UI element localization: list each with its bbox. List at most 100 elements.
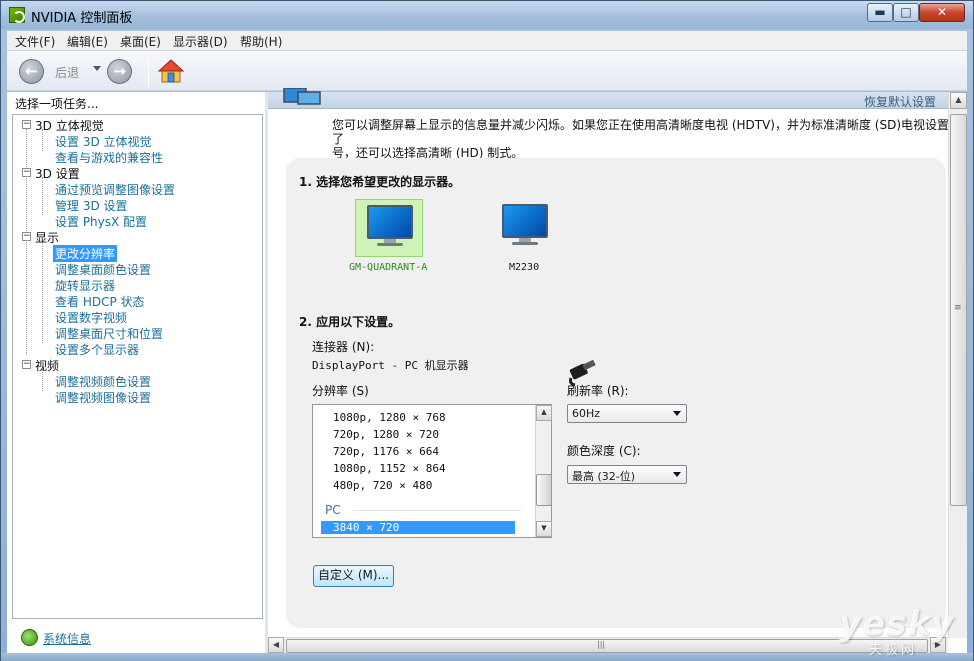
refresh-rate-value: 60Hz (572, 407, 601, 420)
resolution-group-header: PC (325, 503, 341, 517)
tree-item-physx[interactable]: 设置 PhysX 配置 (55, 213, 147, 230)
tree-item-game-compat[interactable]: 查看与游戏的兼容性 (55, 149, 163, 166)
back-arrow-icon[interactable]: ← (19, 59, 44, 84)
nvidia-app-icon (9, 7, 25, 23)
tree-item-video-color[interactable]: 调整视频颜色设置 (55, 373, 151, 390)
tree-guide-line (26, 129, 27, 355)
settings-card: 1. 选择您希望更改的显示器。 GM-QUADRANT-A M2230 2. 应… (286, 158, 946, 628)
resolution-option[interactable]: 1080p, 1152 × 864 (333, 462, 446, 475)
display-name-gm-quadrant-a[interactable]: GM-QUADRANT-A (349, 262, 427, 273)
chevron-down-icon (673, 411, 681, 416)
task-tree: − 3D 立体视觉 设置 3D 立体视觉 查看与游戏的兼容性 − 3D 设置 通… (12, 114, 263, 619)
resolution-label: 分辨率 (S) (312, 384, 369, 398)
tree-item-desktop-size[interactable]: 调整桌面尺寸和位置 (55, 325, 163, 342)
content-vertical-scrollbar[interactable]: ▲ ≡ (948, 92, 967, 638)
tree-item-preview-image[interactable]: 通过预览调整图像设置 (55, 181, 175, 198)
back-label[interactable]: 后退 (55, 64, 79, 81)
scroll-thumb[interactable] (536, 474, 552, 506)
resolution-option[interactable]: 480p, 720 × 480 (333, 479, 432, 492)
description-line: 您可以调整屏幕上显示的信息量并减少闪烁。如果您正在使用高清晰度电视 (HDTV)… (332, 118, 950, 146)
back-history-dropdown-icon[interactable] (93, 66, 101, 71)
group-divider (353, 510, 521, 511)
resolution-option[interactable]: 1080p, 1280 × 768 (333, 411, 446, 424)
system-info-icon (21, 629, 38, 646)
maximize-button[interactable]: □ (893, 3, 919, 22)
tree-item-manage-3d[interactable]: 管理 3D 设置 (55, 197, 128, 214)
minimize-button[interactable]: ▬ (867, 3, 893, 22)
scroll-thumb[interactable]: ≡ (950, 114, 967, 506)
refresh-rate-dropdown[interactable]: 60Hz (567, 404, 687, 423)
menu-file[interactable]: 文件(F) (15, 33, 55, 50)
tree-item-change-resolution[interactable]: 更改分辨率 (53, 245, 118, 262)
color-depth-value: 最高 (32-位) (572, 470, 636, 483)
color-depth-dropdown[interactable]: 最高 (32-位) (567, 465, 687, 484)
expander-3d-stereo[interactable]: − (22, 120, 31, 129)
menu-display[interactable]: 显示器(D) (173, 33, 228, 50)
customize-button[interactable]: 自定义 (M)... (313, 565, 394, 587)
scroll-down-icon[interactable]: ▼ (536, 521, 552, 537)
display-name-m2230[interactable]: M2230 (509, 262, 539, 273)
monitor-banner-icon (283, 88, 321, 105)
page-description: 您可以调整屏幕上显示的信息量并减少闪烁。如果您正在使用高清晰度电视 (HDTV)… (332, 118, 952, 160)
forward-arrow-icon[interactable]: → (107, 59, 132, 84)
tree-category-3d-stereo[interactable]: 3D 立体视觉 (35, 117, 104, 134)
tree-category-display[interactable]: 显示 (35, 229, 59, 246)
menu-help[interactable]: 帮助(H) (240, 33, 282, 50)
close-button[interactable]: ✕ (919, 3, 965, 22)
tree-item-desktop-color[interactable]: 调整桌面颜色设置 (55, 261, 151, 278)
chevron-down-icon (673, 472, 681, 477)
task-pane-header: 选择一项任务... (15, 97, 99, 111)
system-info-label[interactable]: 系统信息 (43, 630, 91, 647)
tree-item-video-image[interactable]: 调整视频图像设置 (55, 389, 151, 406)
monitor-icon (367, 205, 413, 246)
tree-item-multi-display[interactable]: 设置多个显示器 (55, 341, 139, 358)
tree-item-hdcp-status[interactable]: 查看 HDCP 状态 (55, 293, 145, 310)
step-2-heading: 2. 应用以下设置。 (299, 315, 401, 329)
page-banner: 恢复默认设置 (268, 88, 948, 110)
content-pane: 恢复默认设置 您可以调整屏幕上显示的信息量并减少闪烁。如果您正在使用高清晰度电视… (268, 88, 967, 653)
toolbar-separator (148, 57, 149, 87)
menu-edit[interactable]: 编辑(E) (67, 33, 108, 50)
grip-icon: ≡ (954, 303, 962, 313)
watermark-subtitle: 天极网 (869, 643, 918, 658)
display-tile-m2230[interactable] (491, 199, 559, 257)
tree-item-setup-stereo[interactable]: 设置 3D 立体视觉 (55, 133, 152, 150)
menu-desktop[interactable]: 桌面(E) (120, 33, 161, 50)
horizontal-scroll-thumb[interactable]: ||| (286, 639, 928, 653)
tree-guide-line (42, 241, 43, 343)
home-icon[interactable] (158, 58, 184, 84)
resolution-option[interactable]: 720p, 1280 × 720 (333, 428, 439, 441)
tree-item-rotate-display[interactable]: 旋转显示器 (55, 277, 115, 294)
expander-display[interactable]: − (22, 232, 31, 241)
resolution-listbox[interactable]: 1080p, 1280 × 768 720p, 1280 × 720 720p,… (312, 404, 552, 538)
restore-defaults-link[interactable]: 恢复默认设置 (864, 93, 936, 110)
refresh-rate-label: 刷新率 (R): (567, 384, 629, 398)
grip-icon: ||| (597, 640, 606, 649)
expander-video[interactable]: − (22, 360, 31, 369)
window-title: NVIDIA 控制面板 (31, 11, 133, 26)
step-1-heading: 1. 选择您希望更改的显示器。 (299, 175, 461, 189)
tree-guide-line (42, 177, 43, 215)
display-tile-gm-quadrant-a[interactable] (355, 199, 423, 257)
color-depth-label: 颜色深度 (C): (567, 444, 641, 458)
tree-category-video[interactable]: 视频 (35, 357, 59, 374)
connector-label: 连接器 (N): (312, 340, 375, 354)
expander-3d-settings[interactable]: − (22, 168, 31, 177)
resolution-option[interactable]: 720p, 1176 × 664 (333, 445, 439, 458)
task-pane: 选择一项任务... − 3D 立体视觉 设置 3D 立体视觉 查看与游戏的兼容性… (7, 92, 265, 653)
monitor-icon (502, 204, 548, 245)
scroll-up-icon[interactable]: ▲ (536, 405, 552, 421)
title-bar[interactable]: NVIDIA 控制面板 ▬ □ ✕ (1, 1, 973, 29)
window: NVIDIA 控制面板 ▬ □ ✕ 文件(F) 编辑(E) 桌面(E) 显示器(… (0, 0, 974, 661)
scroll-left-icon[interactable]: ◀ (268, 637, 284, 653)
tree-item-digital-video[interactable]: 设置数字视频 (55, 309, 127, 326)
toolbar: ← 后退 → (7, 51, 967, 91)
tree-category-3d-settings[interactable]: 3D 设置 (35, 165, 80, 182)
watermark-logo: yesky (839, 604, 955, 644)
window-bottom-border (1, 653, 973, 661)
resolution-option-selected[interactable]: 3840 × 720 (321, 521, 515, 534)
resolution-scrollbar[interactable]: ▲ ▼ (535, 405, 552, 537)
menu-bar: 文件(F) 编辑(E) 桌面(E) 显示器(D) 帮助(H) (7, 31, 967, 51)
scroll-up-icon[interactable]: ▲ (950, 92, 967, 109)
connector-value: DisplayPort - PC 机显示器 (312, 359, 469, 372)
